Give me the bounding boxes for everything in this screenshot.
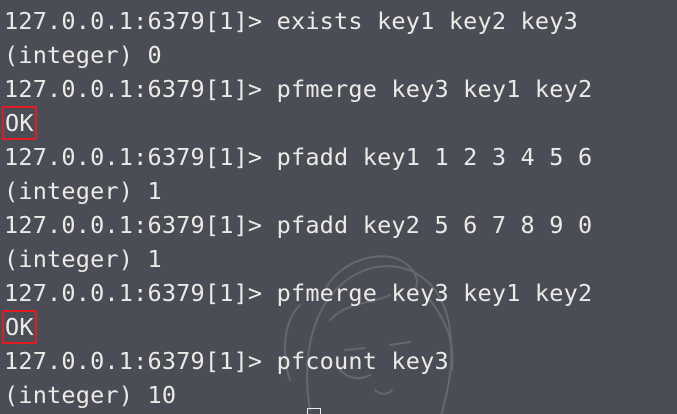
command-text: pfadd key1 1 2 3 4 5 6 [276,143,593,171]
command-text: pfcount key3 [276,347,449,375]
prompt: 127.0.0.1:6379[1]> [4,75,263,103]
output-text: (integer) 1 [4,177,162,205]
command-text: pfmerge key3 key1 key2 [276,75,593,103]
output-text: (integer) 0 [4,41,162,69]
command-line: 127.0.0.1:6379[1]> pfmerge key3 key1 key… [4,72,592,106]
output-text: (integer) 10 [4,381,177,409]
command-line: 127.0.0.1:6379[1]> pfmerge key3 key1 key… [4,276,592,310]
command-line: 127.0.0.1:6379[1]> pfcount key3 [4,344,592,378]
prompt: 127.0.0.1:6379[1]> [4,143,263,171]
command-line: 127.0.0.1:6379[1]> pfadd key2 5 6 7 8 9 … [4,208,592,242]
command-text: pfadd key2 5 6 7 8 9 0 [276,211,593,239]
text-cursor [307,408,321,414]
prompt: 127.0.0.1:6379[1]> [4,211,263,239]
output-line: (integer) 1 [4,174,592,208]
output-line: (integer) 0 [4,38,592,72]
highlighted-ok-response: OK [2,106,37,140]
highlighted-ok-response: OK [2,310,37,344]
prompt: 127.0.0.1:6379[1]> [4,279,263,307]
command-line: 127.0.0.1:6379[1]> pfadd key1 1 2 3 4 5 … [4,140,592,174]
output-line: (integer) 10 [4,378,592,412]
output-line: (integer) 1 [4,242,592,276]
prompt: 127.0.0.1:6379[1]> [4,347,263,375]
output-text: (integer) 1 [4,245,162,273]
output-line: OK [2,106,592,140]
terminal-output: 127.0.0.1:6379[1]> exists key1 key2 key3… [2,4,592,412]
command-text: exists key1 key2 key3 [276,7,578,35]
terminal-window[interactable]: 127.0.0.1:6379[1]> exists key1 key2 key3… [0,0,677,414]
command-text: pfmerge key3 key1 key2 [276,279,593,307]
command-line: 127.0.0.1:6379[1]> exists key1 key2 key3 [4,4,592,38]
output-line: OK [2,310,592,344]
prompt: 127.0.0.1:6379[1]> [4,7,263,35]
